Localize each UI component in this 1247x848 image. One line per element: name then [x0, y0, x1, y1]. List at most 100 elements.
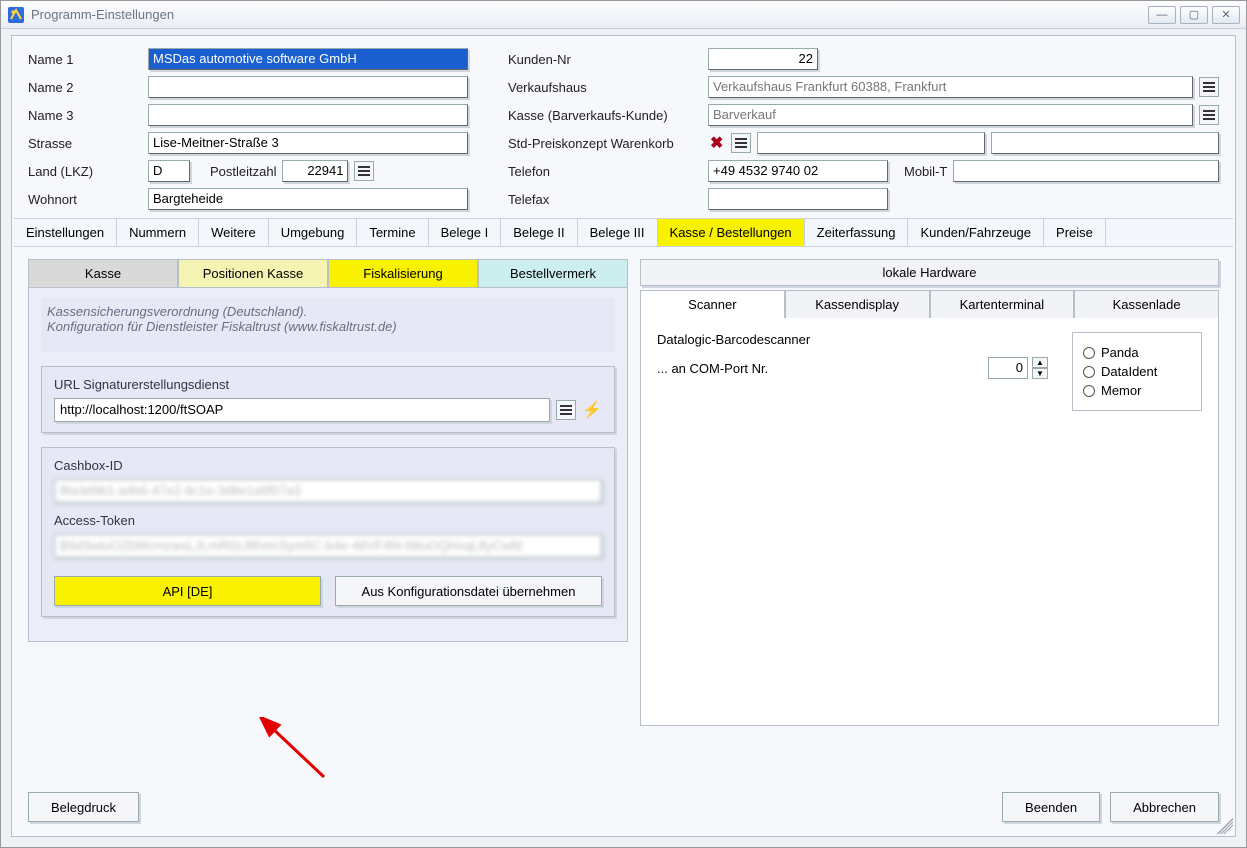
- kasse-field[interactable]: Barverkauf: [708, 104, 1193, 126]
- spin-up-icon[interactable]: ▲: [1032, 357, 1048, 368]
- hardware-subtab-scanner[interactable]: Scanner: [640, 290, 785, 318]
- com-port-label: ... an COM-Port Nr.: [657, 361, 768, 376]
- name1-field[interactable]: MSDas automotive software GmbH: [148, 48, 468, 70]
- telefon-field[interactable]: +49 4532 9740 02: [708, 160, 888, 182]
- wohnort-field[interactable]: Bargteheide: [148, 188, 468, 210]
- com-port-field[interactable]: 0: [988, 357, 1028, 379]
- hardware-subtab-strip: ScannerKassendisplayKartenterminalKassen…: [640, 290, 1219, 318]
- left-subtab-kasse[interactable]: Kasse: [28, 259, 178, 287]
- token-label: Access-Token: [54, 513, 602, 528]
- telefax-field[interactable]: [708, 188, 888, 210]
- left-subtab-strip: KassePositionen KasseFiskalisierungBeste…: [28, 259, 628, 287]
- radio-label: Panda: [1101, 345, 1139, 360]
- maintab-nummern[interactable]: Nummern: [117, 219, 199, 246]
- url-group: URL Signaturerstellungsdienst http://loc…: [41, 366, 615, 433]
- url-lookup-icon[interactable]: [556, 400, 576, 420]
- url-field[interactable]: http://localhost:1200/ftSOAP: [54, 398, 550, 422]
- access-token-field[interactable]: B9d3wtuO25WcmzwxLJLmR0zJ8hmc5ym5C-b4e-48…: [54, 534, 602, 558]
- maintab-preise[interactable]: Preise: [1044, 219, 1106, 246]
- label-std-preis: Std-Preiskonzept Warenkorb: [508, 136, 708, 151]
- radio-icon: [1083, 347, 1095, 359]
- maintab-umgebung[interactable]: Umgebung: [269, 219, 358, 246]
- label-name3: Name 3: [28, 108, 148, 123]
- url-label: URL Signaturerstellungsdienst: [54, 377, 602, 392]
- com-port-stepper[interactable]: ▲ ▼: [1032, 357, 1048, 379]
- radio-label: Memor: [1101, 383, 1141, 398]
- close-button[interactable]: ✕: [1212, 6, 1240, 24]
- window-buttons: — ▢ ✕: [1148, 6, 1240, 24]
- maintab-weitere[interactable]: Weitere: [199, 219, 269, 246]
- maintab-belege-i[interactable]: Belege I: [429, 219, 502, 246]
- scanner-type-radiogroup: Panda DataIdent Memor: [1072, 332, 1202, 411]
- load-from-config-button[interactable]: Aus Konfigurationsdatei übernehmen: [335, 576, 602, 606]
- maintab-zeiterfassung[interactable]: Zeiterfassung: [805, 219, 909, 246]
- left-subtab-bestellvermerk[interactable]: Bestellvermerk: [478, 259, 628, 287]
- maintab-kunden-fahrzeuge[interactable]: Kunden/Fahrzeuge: [908, 219, 1044, 246]
- maintab-belege-ii[interactable]: Belege II: [501, 219, 577, 246]
- left-subtab-positionen-kasse[interactable]: Positionen Kasse: [178, 259, 328, 287]
- fiskalisierung-panel: Kassensicherungsverordnung (Deutschland)…: [28, 287, 628, 642]
- minimize-button[interactable]: —: [1148, 6, 1176, 24]
- verkaufshaus-lookup-icon[interactable]: [1199, 77, 1219, 97]
- beenden-button[interactable]: Beenden: [1002, 792, 1100, 822]
- scanner-panel: Datalogic-Barcodescanner ... an COM-Port…: [640, 318, 1219, 726]
- maintab-belege-iii[interactable]: Belege III: [578, 219, 658, 246]
- label-kasse: Kasse (Barverkaufs-Kunde): [508, 108, 708, 123]
- content-area: Name 1 MSDas automotive software GmbH Na…: [11, 35, 1236, 837]
- hardware-subtab-kartenterminal[interactable]: Kartenterminal: [930, 290, 1075, 318]
- preiskonzept-b-field[interactable]: [991, 132, 1219, 154]
- mobil-field[interactable]: [953, 160, 1219, 182]
- label-name2: Name 2: [28, 80, 148, 95]
- left-subtab-fiskalisierung[interactable]: Fiskalisierung: [328, 259, 478, 287]
- maximize-button[interactable]: ▢: [1180, 6, 1208, 24]
- label-plz: Postleitzahl: [210, 164, 276, 179]
- hardware-header: lokale Hardware: [640, 259, 1219, 286]
- label-land: Land (LKZ): [28, 164, 148, 179]
- maintab-einstellungen[interactable]: Einstellungen: [14, 219, 117, 246]
- spin-down-icon[interactable]: ▼: [1032, 368, 1048, 379]
- hardware-subtab-kassenlade[interactable]: Kassenlade: [1074, 290, 1219, 318]
- plz-field[interactable]: 22941: [282, 160, 348, 182]
- clear-icon[interactable]: ✖: [708, 133, 725, 153]
- name3-field[interactable]: [148, 104, 468, 126]
- kundennr-field[interactable]: 22: [708, 48, 818, 70]
- maintab-kasse-bestellungen[interactable]: Kasse / Bestellungen: [658, 219, 805, 246]
- titlebar: Programm-Einstellungen — ▢ ✕: [1, 1, 1246, 29]
- plz-lookup-icon[interactable]: [354, 161, 374, 181]
- label-wohnort: Wohnort: [28, 192, 148, 207]
- left-panel: KassePositionen KasseFiskalisierungBeste…: [28, 259, 628, 726]
- desc-line1: Kassensicherungsverordnung (Deutschland)…: [47, 304, 609, 319]
- belegdruck-button[interactable]: Belegdruck: [28, 792, 139, 822]
- test-connection-icon[interactable]: ⚡: [582, 400, 602, 420]
- radio-label: DataIdent: [1101, 364, 1157, 379]
- strasse-field[interactable]: Lise-Meitner-Straße 3: [148, 132, 468, 154]
- kasse-lookup-icon[interactable]: [1199, 105, 1219, 125]
- preiskonzept-a-field[interactable]: [757, 132, 985, 154]
- bottom-bar: Belegdruck Beenden Abbrechen: [28, 792, 1219, 822]
- label-strasse: Strasse: [28, 136, 148, 151]
- label-telefon: Telefon: [508, 164, 708, 179]
- radio-icon: [1083, 366, 1095, 378]
- api-de-button[interactable]: API [DE]: [54, 576, 321, 606]
- label-telefax: Telefax: [508, 192, 708, 207]
- verkaufshaus-field[interactable]: Verkaufshaus Frankfurt 60388, Frankfurt: [708, 76, 1193, 98]
- radio-panda[interactable]: Panda: [1083, 345, 1191, 360]
- radio-memor[interactable]: Memor: [1083, 383, 1191, 398]
- abbrechen-button[interactable]: Abbrechen: [1110, 792, 1219, 822]
- resize-grip-icon[interactable]: [1217, 818, 1233, 834]
- credentials-group: Cashbox-ID f8a3d9b1-a4b6-47e2-9c1e-3d8e1…: [41, 447, 615, 617]
- cashbox-id-field[interactable]: f8a3d9b1-a4b6-47e2-9c1e-3d8e1a6f07a3: [54, 479, 602, 503]
- preiskonzept-lookup-icon[interactable]: [731, 133, 751, 153]
- land-field[interactable]: D: [148, 160, 190, 182]
- radio-dataident[interactable]: DataIdent: [1083, 364, 1191, 379]
- cashbox-label: Cashbox-ID: [54, 458, 602, 473]
- app-window: Programm-Einstellungen — ▢ ✕ Name 1 MSDa…: [0, 0, 1247, 848]
- scanner-label: Datalogic-Barcodescanner: [657, 332, 1048, 347]
- maintab-termine[interactable]: Termine: [357, 219, 428, 246]
- main-tab-strip: EinstellungenNummernWeitereUmgebungTermi…: [14, 218, 1233, 247]
- hardware-subtab-kassendisplay[interactable]: Kassendisplay: [785, 290, 930, 318]
- panels: KassePositionen KasseFiskalisierungBeste…: [12, 247, 1235, 738]
- name2-field[interactable]: [148, 76, 468, 98]
- panel-description: Kassensicherungsverordnung (Deutschland)…: [41, 298, 615, 352]
- header-form: Name 1 MSDas automotive software GmbH Na…: [12, 36, 1235, 218]
